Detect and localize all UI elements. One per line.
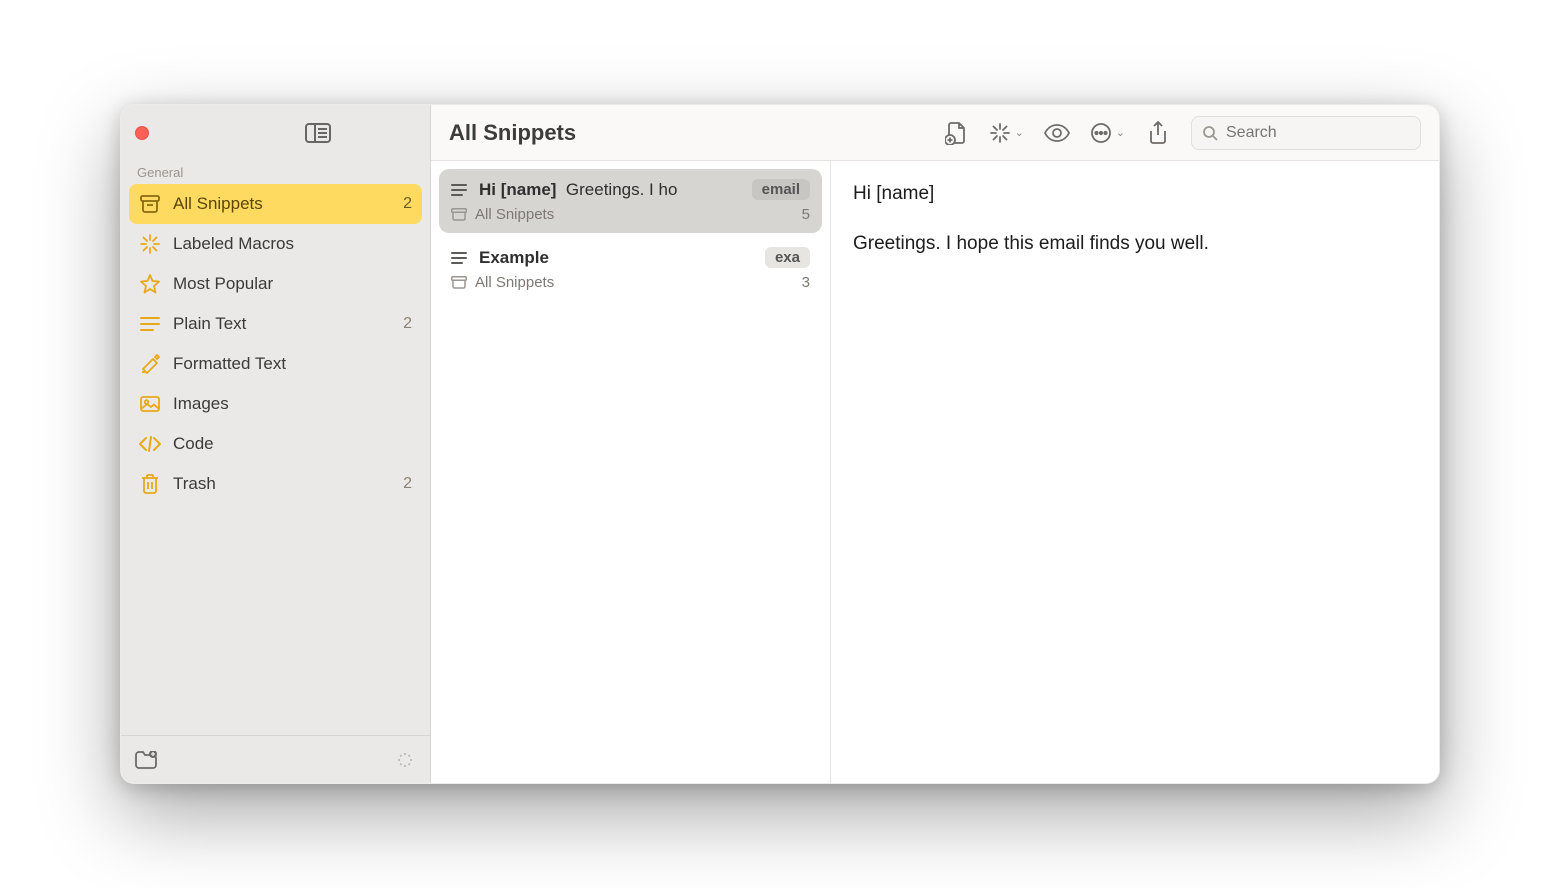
titlebar (121, 105, 430, 161)
page-title: All Snippets (449, 120, 576, 146)
code-icon (139, 433, 161, 455)
toolbar: All Snippets ⌄ (431, 105, 1439, 161)
more-actions-dropdown[interactable]: ⌄ (1090, 118, 1125, 148)
sidebar-item-label: Trash (173, 474, 216, 494)
sidebar-item-count: 2 (403, 195, 412, 213)
lines-icon (451, 252, 469, 264)
detail-line: Hi [name] (853, 179, 1417, 209)
sidebar-item-label: Code (173, 434, 214, 454)
sidebar-item-label: All Snippets (173, 194, 263, 214)
snippet-count: 3 (802, 274, 810, 291)
new-snippet-button[interactable] (941, 118, 971, 148)
image-icon (139, 393, 161, 415)
snippet-count: 5 (802, 206, 810, 223)
snippet-list: Hi [name] Greetings. I ho email All Snippe… (431, 161, 831, 783)
search-field[interactable] (1191, 116, 1421, 150)
sidebar-item-plain-text[interactable]: Plain Text 2 (129, 304, 422, 344)
sidebar-item-label: Plain Text (173, 314, 246, 334)
trash-icon (139, 473, 161, 495)
macros-dropdown[interactable]: ⌄ (989, 118, 1024, 148)
folder-icon (451, 208, 467, 221)
sidebar-item-count: 2 (403, 475, 412, 493)
detail-line: Greetings. I hope this email finds you w… (853, 229, 1417, 259)
star-icon (139, 273, 161, 295)
chevron-down-icon: ⌄ (1015, 126, 1024, 139)
sidebar-item-trash[interactable]: Trash 2 (129, 464, 422, 504)
snippet-badge: exa (765, 247, 810, 268)
sidebar-item-label: Formatted Text (173, 354, 286, 374)
content-body: Hi [name] Greetings. I ho email All Snippe… (431, 161, 1439, 783)
snippet-title: Hi [name] Greetings. I ho (479, 180, 742, 200)
snippet-detail[interactable]: Hi [name] Greetings. I hope this email f… (831, 161, 1439, 783)
chevron-down-icon: ⌄ (1116, 126, 1125, 139)
folder-icon (451, 276, 467, 289)
snippet-folder: All Snippets (475, 274, 554, 291)
snippet-title: Example (479, 248, 755, 268)
sidebar-footer (121, 735, 430, 783)
lines-icon (139, 313, 161, 335)
sidebar-item-most-popular[interactable]: Most Popular (129, 264, 422, 304)
sidebar: General All Snippets 2 Labeled Macros Most … (121, 105, 431, 783)
formatted-icon (139, 353, 161, 375)
close-window-button[interactable] (135, 126, 149, 140)
sparkle-icon (139, 233, 161, 255)
search-input[interactable] (1226, 124, 1410, 142)
sidebar-item-formatted-text[interactable]: Formatted Text (129, 344, 422, 384)
lines-icon (451, 184, 469, 196)
sidebar-item-code[interactable]: Code (129, 424, 422, 464)
sidebar-item-label: Labeled Macros (173, 234, 294, 254)
snippet-item[interactable]: Example exa All Snippets 3 (439, 237, 822, 301)
search-icon (1202, 125, 1218, 141)
sidebar-items: All Snippets 2 Labeled Macros Most Popular P… (121, 184, 430, 504)
archive-icon (139, 193, 161, 215)
loading-sparkle-icon (394, 749, 416, 771)
sidebar-item-count: 2 (403, 315, 412, 333)
share-button[interactable] (1143, 118, 1173, 148)
snippet-folder: All Snippets (475, 206, 554, 223)
sidebar-item-label: Images (173, 394, 229, 414)
toggle-sidebar-button[interactable] (304, 121, 332, 145)
sidebar-item-all-snippets[interactable]: All Snippets 2 (129, 184, 422, 224)
sidebar-item-label: Most Popular (173, 274, 273, 294)
new-folder-button[interactable] (135, 749, 157, 771)
app-window: General All Snippets 2 Labeled Macros Most … (120, 104, 1440, 784)
snippet-badge: email (752, 179, 810, 200)
preview-button[interactable] (1042, 118, 1072, 148)
window-controls (135, 126, 149, 140)
sidebar-item-labeled-macros[interactable]: Labeled Macros (129, 224, 422, 264)
sidebar-item-images[interactable]: Images (129, 384, 422, 424)
sidebar-section-label: General (121, 161, 430, 184)
snippet-item[interactable]: Hi [name] Greetings. I ho email All Snippe… (439, 169, 822, 233)
content-area: All Snippets ⌄ (431, 105, 1439, 783)
